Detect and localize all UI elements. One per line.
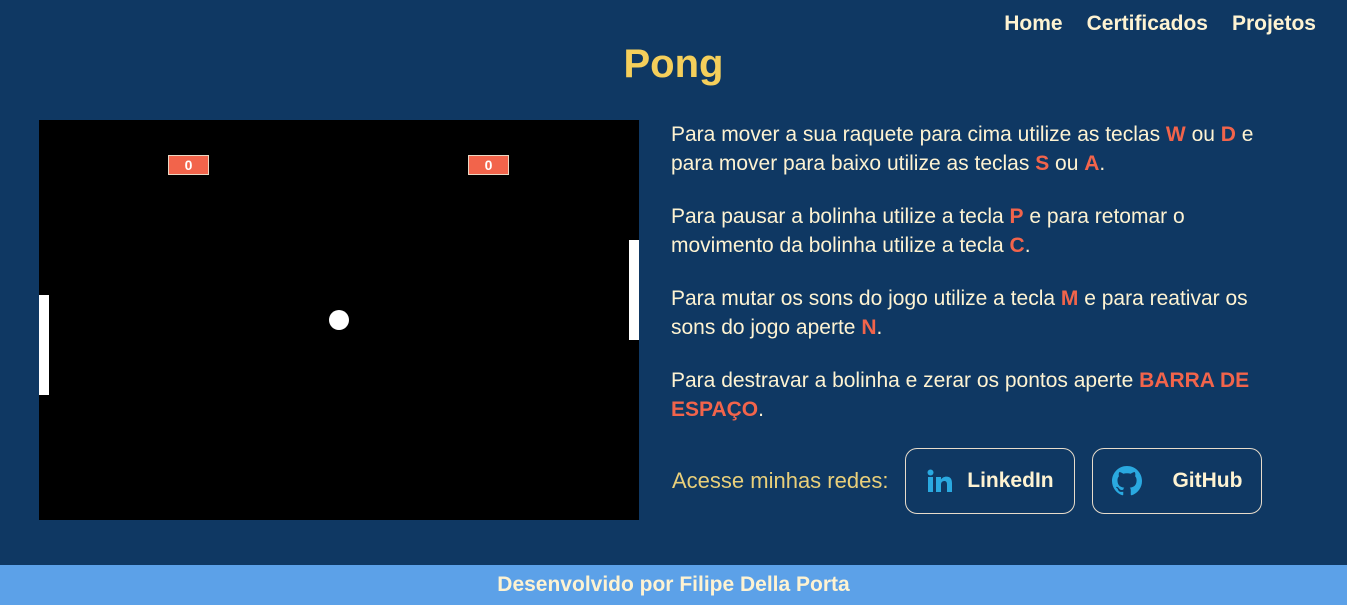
pong-game-canvas[interactable]: 0 0 <box>39 120 639 520</box>
social-links: Acesse minhas redes: LinkedIn GitHub <box>672 448 1263 514</box>
instruction-text: Para mover a sua raquete para cima utili… <box>671 123 1166 146</box>
ball <box>329 310 349 330</box>
instructions: Para mover a sua raquete para cima utili… <box>671 120 1291 448</box>
key-w: W <box>1165 123 1186 146</box>
key-p: P <box>1009 205 1024 228</box>
footer: Desenvolvido por Filipe Della Porta <box>0 565 1347 605</box>
instruction-text: . <box>876 316 883 339</box>
paddle-left <box>39 295 49 395</box>
social-label: Acesse minhas redes: <box>672 468 889 493</box>
instruction-reset: Para destravar a bolinha e zerar os pont… <box>671 366 1291 424</box>
instruction-move: Para mover a sua raquete para cima utili… <box>671 120 1291 178</box>
paddle-right <box>629 240 639 340</box>
instruction-text: . <box>1099 152 1106 175</box>
instruction-pause: Para pausar a bolinha utilize a tecla P … <box>671 202 1291 260</box>
score-left: 0 <box>168 155 209 175</box>
github-label: GitHub <box>1172 469 1243 492</box>
instruction-text: . <box>1024 234 1031 257</box>
linkedin-icon <box>927 469 953 493</box>
linkedin-button[interactable]: LinkedIn <box>905 448 1076 514</box>
github-icon <box>1112 466 1143 496</box>
key-s: S <box>1035 152 1050 175</box>
top-nav: Home Certificados Projetos <box>1004 12 1316 36</box>
page-title: Pong <box>623 42 724 86</box>
key-c: C <box>1009 234 1025 257</box>
github-button[interactable]: GitHub <box>1092 448 1263 514</box>
instruction-text: Para pausar a bolinha utilize a tecla <box>671 205 1010 228</box>
instruction-text: . <box>758 398 764 421</box>
key-a: A <box>1084 152 1100 175</box>
instruction-text: Para mutar os sons do jogo utilize a tec… <box>671 287 1061 310</box>
key-d: D <box>1220 123 1236 146</box>
nav-home[interactable]: Home <box>1004 12 1062 36</box>
key-m: M <box>1060 287 1079 310</box>
nav-certificados[interactable]: Certificados <box>1087 12 1208 36</box>
score-right: 0 <box>468 155 509 175</box>
footer-text: Desenvolvido por Filipe Della Porta <box>497 573 850 596</box>
instruction-text: Para destravar a bolinha e zerar os pont… <box>671 369 1140 392</box>
instruction-text: ou <box>1185 123 1221 146</box>
key-n: N <box>861 316 877 339</box>
linkedin-label: LinkedIn <box>967 469 1054 492</box>
instruction-text: ou <box>1049 152 1085 175</box>
nav-projetos[interactable]: Projetos <box>1232 12 1316 36</box>
instruction-mute: Para mutar os sons do jogo utilize a tec… <box>671 284 1291 342</box>
